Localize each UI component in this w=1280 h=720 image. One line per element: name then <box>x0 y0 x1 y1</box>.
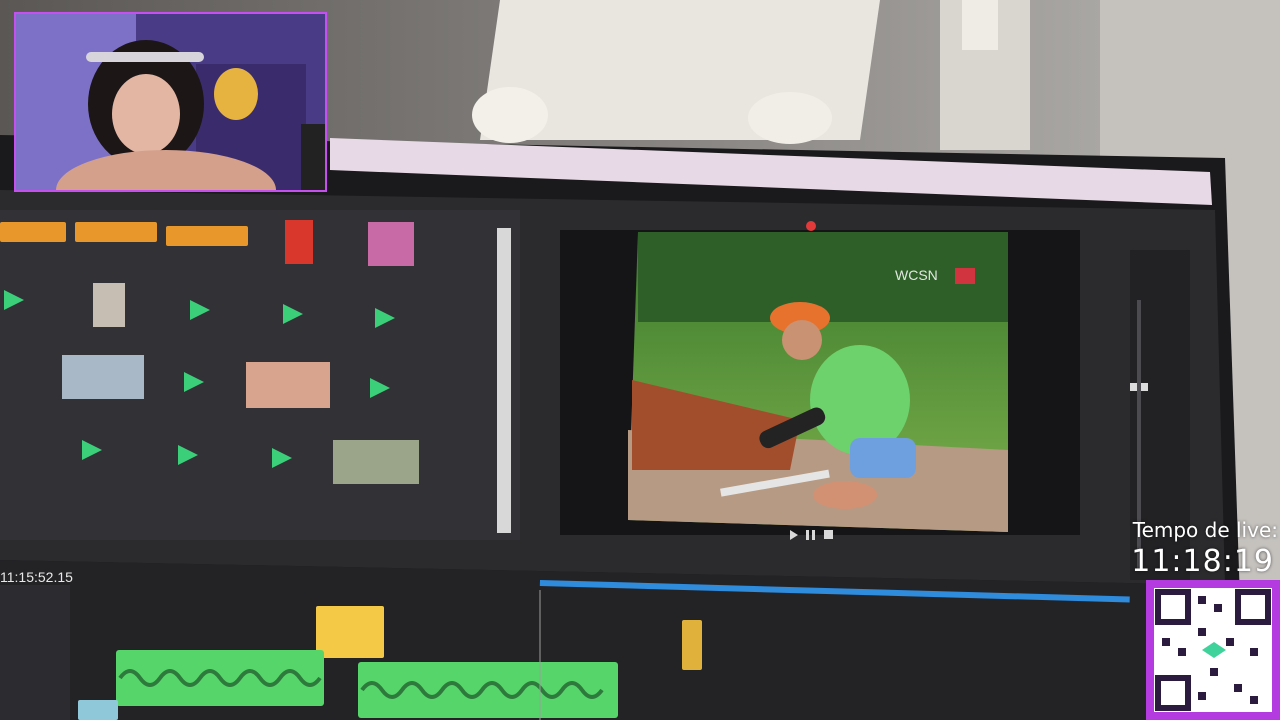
preview-video: WCSN <box>628 232 1008 532</box>
timeline-timecode: 11:15:52.15 <box>0 569 73 585</box>
media-bin-scrollbar <box>497 228 511 533</box>
live-timer-value: 11:18:19 <box>1131 544 1274 579</box>
media-thumb-vergonhas-1 <box>0 222 66 242</box>
watermark-text: WCSN <box>895 267 938 283</box>
pause-icon-bar <box>812 530 815 540</box>
cat-paw-right <box>748 92 832 144</box>
media-thumb-pink <box>368 222 414 266</box>
qr-code-pattern <box>1155 589 1271 711</box>
cyclist-head <box>782 320 822 360</box>
webcam-person-face <box>112 74 180 154</box>
qr-finder-top-left <box>1155 589 1191 625</box>
cyclist-leg <box>813 481 877 509</box>
qr-module <box>1250 648 1258 656</box>
pause-icon <box>806 530 809 540</box>
webcam-feed <box>16 14 325 190</box>
qr-module <box>1250 696 1258 704</box>
qr-module <box>1162 638 1170 646</box>
title-clip-small <box>682 620 702 670</box>
stop-icon <box>824 530 833 539</box>
title-clip <box>316 606 384 658</box>
cyclist-shorts <box>850 438 916 478</box>
watermark-logo <box>955 268 975 284</box>
track-header <box>0 585 70 720</box>
webcam-plush <box>214 68 258 120</box>
webcam-overlay <box>14 12 327 192</box>
qr-code-icon <box>1154 588 1272 712</box>
qr-module <box>1178 648 1186 656</box>
qr-module <box>1198 628 1206 636</box>
record-icon <box>806 221 816 231</box>
media-thumb-vergonhas-2 <box>75 222 157 242</box>
qr-module <box>1198 692 1206 700</box>
media-thumb-chili <box>285 220 313 264</box>
media-thumb-person <box>93 283 125 327</box>
qr-module <box>1234 684 1242 692</box>
cat-paw-left <box>472 87 548 143</box>
qr-finder-top-right <box>1235 589 1271 625</box>
audio-clip-3 <box>78 700 118 720</box>
qr-module <box>1198 596 1206 604</box>
media-thumb-road <box>333 440 419 484</box>
webcam-headphone-band <box>86 52 204 62</box>
media-thumb-pool <box>62 355 144 399</box>
qr-module <box>1210 668 1218 676</box>
live-timer-label: Tempo de live: <box>1132 518 1278 542</box>
webcam-microphone <box>301 124 325 190</box>
qr-finder-bottom-left <box>1155 675 1191 711</box>
qr-module <box>1226 638 1234 646</box>
qr-center-logo <box>1202 642 1226 658</box>
media-thumb-vergonhas-3 <box>166 226 248 246</box>
qr-code-frame <box>1146 580 1280 720</box>
media-thumb-leg <box>246 362 330 408</box>
audio-clip-2 <box>358 662 618 718</box>
qr-module <box>1214 604 1222 612</box>
light-switch <box>962 0 998 50</box>
